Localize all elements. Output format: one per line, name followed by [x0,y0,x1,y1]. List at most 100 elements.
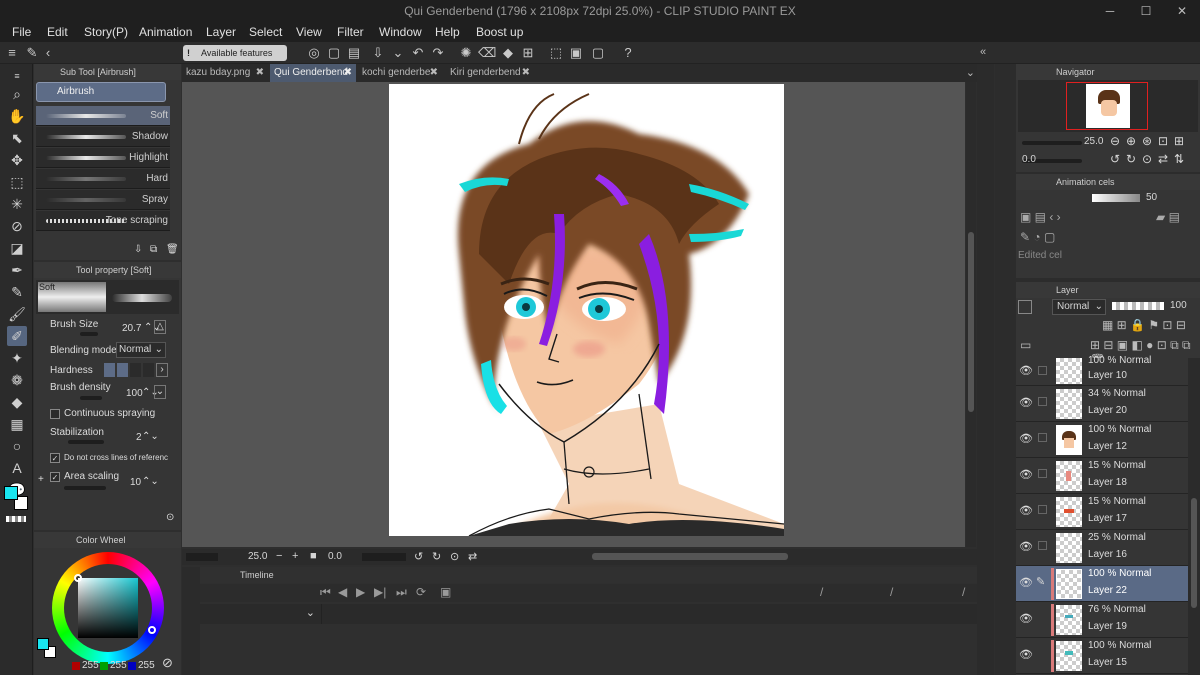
cross-reference-checkbox[interactable]: ✓ [50,453,60,463]
tab-qui-genderbend[interactable]: Qui Genderbend ✖ [270,64,356,82]
next-frame-icon[interactable]: ▶| [374,585,386,599]
deselect-icon[interactable]: ⬚ [548,45,564,61]
layer-row[interactable]: 👁 76 % Normal Layer 19 [1016,602,1188,638]
brush-size-value[interactable]: 20.7 [122,323,141,334]
nav-zoom-in-icon[interactable]: ⊕ [1126,134,1136,148]
menu-collapse-icon[interactable]: ≡ [4,45,20,61]
eye-icon[interactable]: 👁 [1019,396,1033,409]
close-tab-icon[interactable]: ✖ [429,64,438,82]
stabilization-spinner-icon[interactable]: ⌃⌄ [142,431,159,442]
eye-icon[interactable]: 👁 [1019,540,1033,553]
area-spinner-icon[interactable]: ⌃⌄ [142,476,159,487]
layer-blend-select[interactable]: Normal ⌄ [1052,299,1106,315]
area-scaling-checkbox[interactable]: ✓ [50,472,60,482]
close-tab-icon[interactable]: ✖ [256,64,264,82]
move-layer-icon[interactable]: ✥ [7,150,27,170]
drawing-canvas[interactable] [389,84,784,536]
clear-icon[interactable]: ⌫ [478,45,496,61]
menu-window[interactable]: Window [379,22,422,42]
layer-color-icon[interactable] [1018,300,1032,314]
duplicate-subtool-icon[interactable]: ⧉ [150,244,157,255]
menu-file[interactable]: File [12,22,31,42]
selection-border-icon[interactable]: ▢ [590,45,606,61]
play-icon[interactable]: ▶ [356,585,365,599]
eye-icon[interactable]: 👁 [1019,468,1033,481]
eye-icon[interactable]: 👁 [1019,432,1033,445]
saturation-value-square[interactable] [78,578,138,638]
nav-rotate-right-icon[interactable]: ↻ [1126,152,1136,166]
pencil-icon[interactable]: ✎ [7,282,27,302]
zoom-in-icon[interactable]: + [292,550,298,562]
eye-icon[interactable]: 👁 [1019,364,1033,377]
angle-value[interactable]: 0.0 [328,551,342,562]
nav-flip-v-icon[interactable]: ⇅ [1174,152,1184,166]
density-pressure-icon[interactable]: ⌄ [154,385,166,399]
fill-icon[interactable]: ◆ [500,45,516,61]
chevron-right-icon[interactable]: › [156,363,168,377]
hand-icon[interactable]: ✋ [7,106,27,126]
layer-row[interactable]: 👁 15 % Normal Layer 17 [1016,494,1188,530]
delete-subtool-icon[interactable]: 🗑 [166,244,179,255]
menu-help[interactable]: Help [435,22,460,42]
cel-folder-icons[interactable]: ▰ ▤ [1156,210,1180,224]
first-frame-icon[interactable]: ⏮ [320,585,331,600]
dock-collapse-icon[interactable]: « [980,46,986,58]
menu-edit[interactable]: Edit [47,22,68,42]
minimize-icon[interactable]: ─ [1092,0,1128,22]
brush-density-slider[interactable] [80,396,102,400]
menu-filter[interactable]: Filter [337,22,364,42]
palette-menu-icon[interactable]: ≡ [7,66,27,86]
eye-icon[interactable]: 👁 [1019,648,1033,661]
green-value[interactable]: 255 [110,660,127,671]
layer-row[interactable]: 👁 100 % Normal Layer 12 [1016,422,1188,458]
zoom-out-icon[interactable]: − [276,550,282,562]
cel-icons[interactable]: ▣ ▤ ‹ › [1020,210,1061,224]
menu-boost-up[interactable]: Boost up [476,22,523,42]
horizontal-scroll-thumb[interactable] [592,553,788,560]
close-icon[interactable]: ✕ [1164,0,1200,22]
layer-lock-icons[interactable]: ▦ ⊞ 🔒 ⚑ ⊡ ⊟ [1102,318,1186,332]
brush-hard[interactable]: Hard [36,169,170,189]
layer-scroll-thumb[interactable] [1191,498,1197,608]
airbrush-group-tab[interactable]: Airbrush [36,82,166,102]
navigator-zoom[interactable]: 25.0 [1084,136,1103,147]
stabilization-value[interactable]: 2 [136,432,142,443]
expand-plus-icon[interactable]: + [38,474,44,485]
decoration-icon[interactable]: ✦ [7,348,27,368]
brush-icon[interactable]: ✎ [24,45,40,61]
fit-icon[interactable]: ■ [310,550,317,562]
new-file-icon[interactable]: ▢ [326,45,342,61]
navigator-preview[interactable] [1018,80,1198,132]
chevron-left-icon[interactable]: ‹ [40,45,56,61]
nav-fit-window-icon[interactable]: ⊞ [1174,134,1184,148]
onion-opacity-value[interactable]: 50 [1146,192,1157,203]
nav-actual-size-icon[interactable]: ⊛ [1142,134,1152,148]
cw-main-color[interactable] [37,638,49,650]
red-value[interactable]: 255 [82,660,99,671]
selection-icon[interactable]: ⬚ [7,172,27,192]
zoom-value[interactable]: 25.0 [248,551,267,562]
save-icon[interactable]: ⇩ [370,45,386,61]
tabs-dropdown-icon[interactable]: ⌄ [966,66,975,79]
loading-icon[interactable]: ✺ [458,45,474,61]
stabilization-slider[interactable] [68,440,104,444]
figure-icon[interactable]: ○ [7,436,27,456]
operation-icon[interactable]: ⬉ [7,128,27,148]
hue-ring[interactable] [52,552,164,664]
transform-icon[interactable]: ⊞ [520,45,536,61]
brush-shadow[interactable]: Shadow [36,127,170,147]
text-icon[interactable]: A [7,458,27,478]
size-pressure-icon[interactable]: △ [154,320,166,334]
maximize-icon[interactable]: ☐ [1128,0,1164,22]
airbrush-icon[interactable]: ✐ [7,326,27,346]
blue-value[interactable]: 255 [138,660,155,671]
reset-rotation-icon[interactable]: ⊙ [450,550,459,563]
brush-tool-icon[interactable]: 🖌 [7,304,27,324]
fill-tool-icon[interactable]: ◆ [7,392,27,412]
continuous-spraying-checkbox[interactable] [50,409,60,419]
layer-row[interactable]: 👁 100 % Normal Layer 10 [1016,355,1188,386]
brush-density-value[interactable]: 100 [126,388,143,399]
eye-icon[interactable]: 👁 [1019,612,1033,625]
tab-kiri-genderbend[interactable]: Kiri genderbend ✖ [446,64,534,82]
brush-spray[interactable]: Spray [36,190,170,210]
